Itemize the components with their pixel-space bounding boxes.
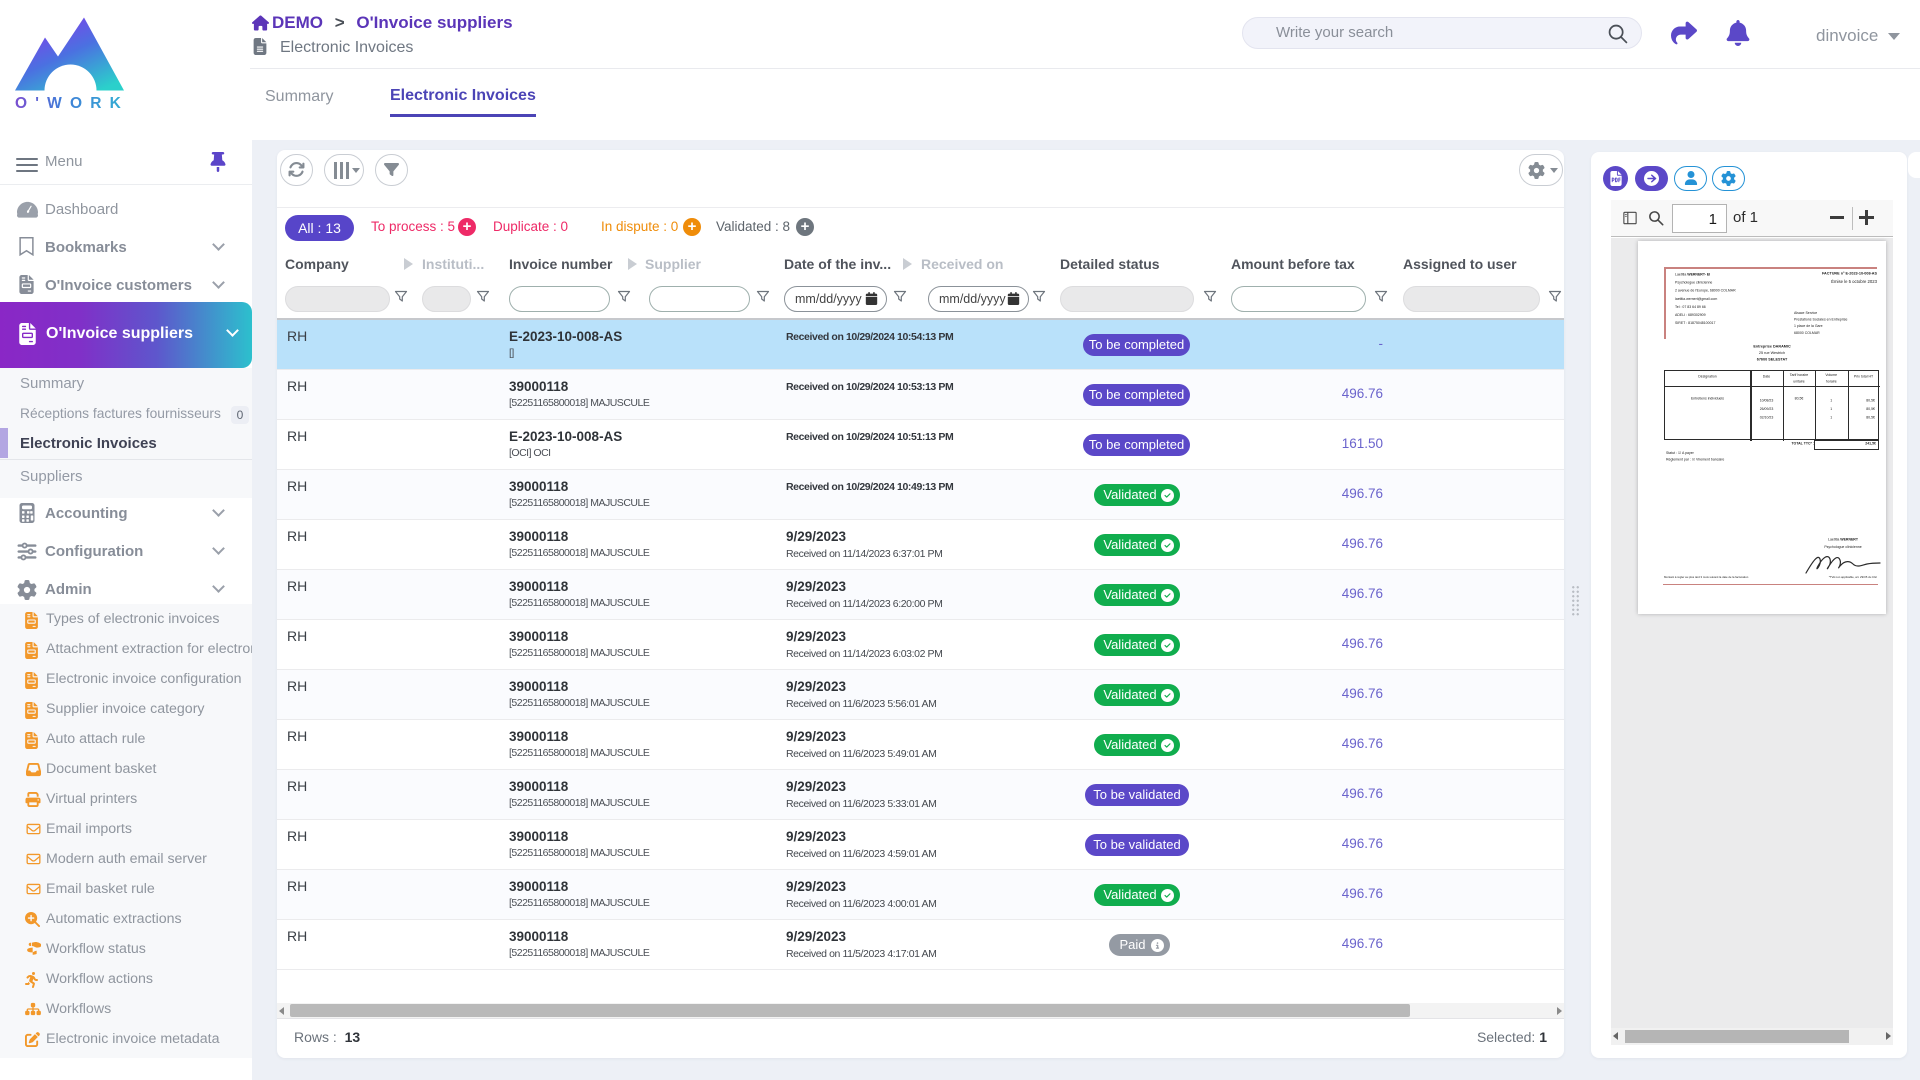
svg-text:O'WORK: O'WORK	[15, 95, 126, 112]
